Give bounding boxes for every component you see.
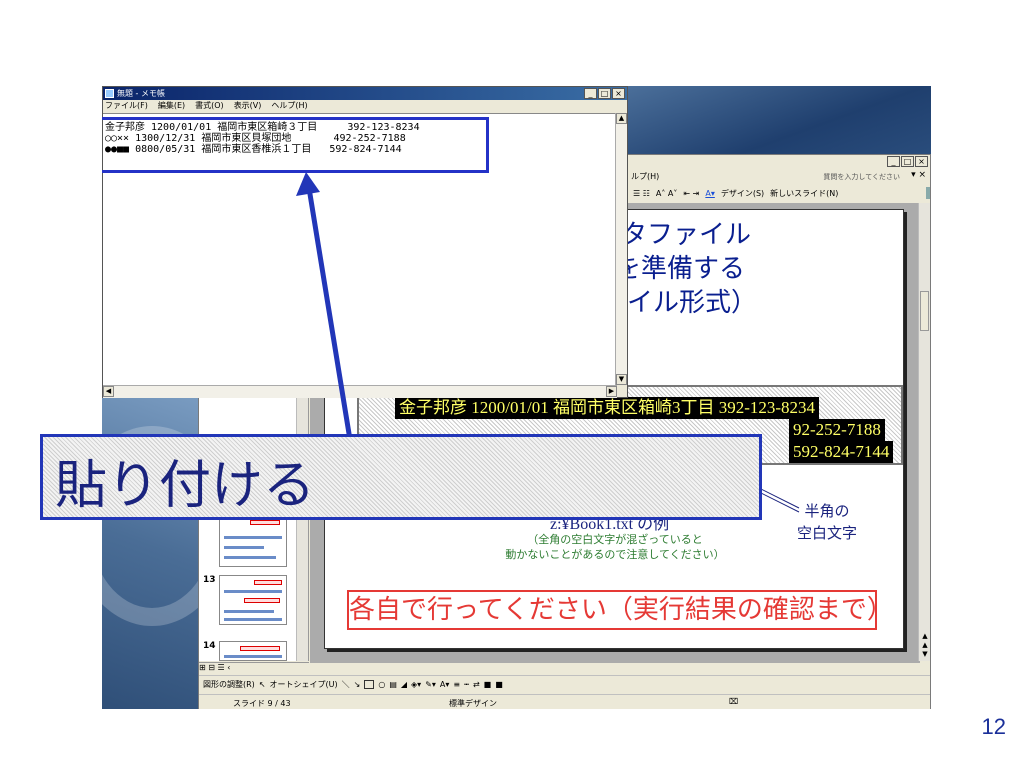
- slide-thumbnail[interactable]: [219, 641, 287, 661]
- menu-help[interactable]: ルプ(H): [631, 171, 659, 182]
- rectangle-icon[interactable]: [364, 680, 375, 689]
- line-style-icon[interactable]: ≡: [453, 680, 460, 689]
- slide-title-line: タファイル: [621, 220, 752, 250]
- view-tabs[interactable]: ⊞ ⊟ ☰ ‹: [199, 662, 309, 675]
- slide-title-line: イル形式）: [627, 288, 758, 318]
- select-icon[interactable]: ↖: [259, 680, 266, 689]
- wordart-icon[interactable]: ◢: [401, 680, 407, 689]
- menu-format[interactable]: 書式(O): [195, 100, 224, 112]
- 3d-icon[interactable]: ■: [495, 680, 503, 689]
- notepad-vertical-scrollbar[interactable]: ▲ ▼: [615, 113, 627, 385]
- close-doc-icon[interactable]: ▾ ×: [911, 170, 926, 180]
- language-icon: ⌧: [729, 697, 739, 706]
- scroll-left-icon[interactable]: ◀: [103, 386, 114, 397]
- thumbnail-number: 13: [203, 575, 216, 585]
- slide-vertical-scrollbar[interactable]: ▲ ▲ ▼: [918, 203, 930, 661]
- close-button[interactable]: ×: [915, 156, 928, 167]
- menu-file[interactable]: ファイル(F): [105, 100, 148, 112]
- copy-selection-highlight: [102, 117, 489, 173]
- thumbnail-number: 14: [203, 641, 216, 651]
- slide-title-line: を準備する: [615, 254, 746, 284]
- textbox-icon[interactable]: ▤: [389, 680, 397, 689]
- page-number: 12: [981, 714, 1006, 739]
- line-color-icon[interactable]: ✎▾: [425, 680, 436, 689]
- notepad-titlebar: 無題 - メモ帳 _ □ ×: [103, 87, 627, 100]
- arrow-style-icon[interactable]: ⇄: [473, 680, 480, 689]
- drawing-toolbar: 図形の調整(R) ↖ オートシェイプ(U) ＼ ↘ ○ ▤ ◢ ◈▾ ✎▾ A▾…: [199, 675, 930, 693]
- notepad-title: 無題 - メモ帳: [117, 89, 165, 98]
- ask-question-input[interactable]: 質問を入力してください: [823, 172, 900, 182]
- maximize-button[interactable]: □: [598, 88, 611, 99]
- menu-edit[interactable]: 編集(E): [158, 100, 185, 112]
- notepad-icon: [105, 89, 114, 98]
- minimize-button[interactable]: _: [887, 156, 900, 167]
- menu-help[interactable]: ヘルプ(H): [271, 100, 307, 112]
- halfwidth-space-annotation: 半角の 空白文字: [797, 502, 858, 542]
- paste-banner-text: 貼り付ける: [55, 456, 316, 516]
- new-slide-button[interactable]: 新しいスライド(N): [770, 188, 838, 199]
- caution-note: （全角の空白文字が混ざっていると 動かないことがあるので注意してください）: [505, 533, 725, 561]
- instruction-notice: 各自で行ってください（実行結果の確認まで）: [347, 590, 893, 630]
- slide-counter: スライド 9 / 43: [233, 699, 291, 708]
- scroll-down-icon[interactable]: ▼: [616, 374, 627, 385]
- close-button[interactable]: ×: [612, 88, 625, 99]
- desktop-background: [628, 86, 931, 156]
- design-button[interactable]: デザイン(S): [721, 188, 764, 199]
- shadow-icon[interactable]: ■: [484, 680, 492, 689]
- minimize-button[interactable]: _: [584, 88, 597, 99]
- arrow-icon[interactable]: ↘: [354, 680, 361, 689]
- scroll-up-icon[interactable]: ▲: [616, 113, 627, 124]
- pasted-data-line: 592-824-7144: [789, 441, 894, 463]
- design-template-name: 標準デザイン: [449, 699, 497, 708]
- adjust-shapes-menu[interactable]: 図形の調整(R): [203, 679, 255, 690]
- maximize-button[interactable]: □: [901, 156, 914, 167]
- notepad-horizontal-scrollbar[interactable]: ◀ ▶: [103, 385, 617, 398]
- font-color-icon[interactable]: A▾: [705, 189, 715, 198]
- status-bar: スライド 9 / 43 標準デザイン ⌧: [199, 694, 930, 709]
- pasted-data-line: 金子邦彦 1200/01/01 福岡市東区箱崎3丁目 392-123-8234: [395, 397, 820, 419]
- toolbar-grip[interactable]: [926, 187, 930, 199]
- font-size-icon[interactable]: A˄ A˅: [656, 189, 678, 198]
- notepad-menubar: ファイル(F) 編集(E) 書式(O) 表示(V) ヘルプ(H): [103, 100, 627, 112]
- notepad-window: 無題 - メモ帳 _ □ × ファイル(F) 編集(E) 書式(O) 表示(V)…: [102, 86, 628, 398]
- line-icon[interactable]: ＼: [342, 679, 350, 690]
- oval-icon[interactable]: ○: [378, 680, 385, 689]
- indent-icon[interactable]: ⇤ ⇥: [683, 189, 699, 198]
- menu-view[interactable]: 表示(V): [234, 100, 262, 112]
- pasted-data-line: 92-252-7188: [789, 419, 885, 441]
- scroll-thumb[interactable]: [920, 291, 929, 331]
- autoshape-menu[interactable]: オートシェイプ(U): [270, 679, 338, 690]
- paste-banner: 貼り付ける: [40, 434, 762, 520]
- slide-nav-buttons[interactable]: ▲ ▲ ▼: [919, 632, 931, 659]
- dash-style-icon[interactable]: ┅: [464, 680, 469, 689]
- bullets-icon[interactable]: ☰ ☷: [633, 189, 650, 198]
- scroll-right-icon[interactable]: ▶: [606, 386, 617, 397]
- fill-color-icon[interactable]: ◈▾: [411, 680, 421, 689]
- font-color-draw-icon[interactable]: A▾: [440, 680, 450, 689]
- slide-thumbnail[interactable]: [219, 575, 287, 625]
- formatting-toolbar: ☰ ☷ A˄ A˅ ⇤ ⇥ A▾ デザイン(S) 新しいスライド(N): [629, 185, 931, 201]
- screenshot: _ □ × ルプ(H) 質問を入力してください ▾ × ☰ ☷ A˄ A˅ ⇤ …: [102, 86, 931, 709]
